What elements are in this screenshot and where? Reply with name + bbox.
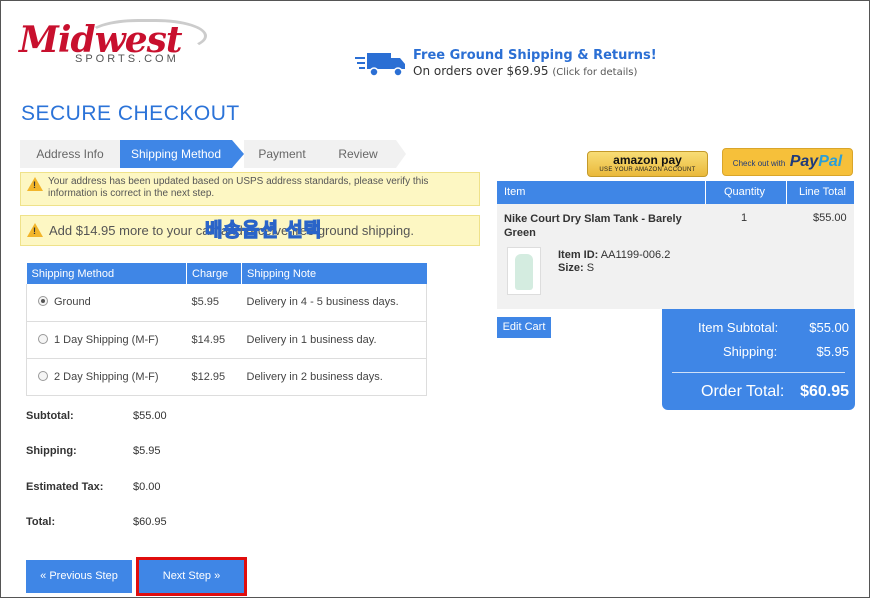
tax-label: Estimated Tax:	[26, 481, 104, 493]
promo-subtitle: On orders over $69.95 (Click for details…	[413, 64, 637, 78]
method-label: 1 Day Shipping (M-F)	[54, 333, 159, 346]
charge-cell: $14.95	[186, 321, 242, 359]
item-id-label: Item ID:	[558, 249, 599, 261]
page-title: SECURE CHECKOUT	[21, 102, 240, 125]
step-payment[interactable]: Payment	[244, 140, 320, 168]
order-total-value: $60.95	[800, 383, 849, 400]
method-cell: 1 Day Shipping (M-F)	[26, 321, 187, 359]
total-value: $60.95	[133, 516, 167, 528]
cart-summary: Item Quantity Line Total Nike Court Dry …	[497, 181, 854, 309]
totals-divider	[672, 372, 845, 373]
item-id-value: AA1199-006.2	[600, 249, 671, 261]
overlay-caption: 배송옵션 선택	[204, 219, 323, 241]
col-shipping-method: Shipping Method	[26, 263, 187, 284]
subtotal-label: Subtotal:	[26, 410, 74, 422]
cart-item-name[interactable]: Nike Court Dry Slam Tank - Barely Green	[504, 212, 699, 240]
order-total-label: Order Total:	[701, 383, 785, 400]
subtotal-value: $55.00	[133, 410, 167, 422]
method-label: Ground	[54, 296, 91, 309]
site-logo[interactable]: Midwest SPORTS.COM	[17, 19, 207, 69]
cart-item-id: Item ID: AA1199-006.2	[558, 249, 670, 261]
logo-subtext: SPORTS.COM	[75, 53, 179, 65]
checkout-steps: Address Info Shipping Method Payment Rev…	[20, 140, 406, 168]
cart-item-size: Size: S	[558, 262, 594, 274]
step-arrow	[232, 140, 244, 168]
amazon-pay-label: amazon pay	[613, 153, 682, 167]
shipping-option-2-day[interactable]: 2 Day Shipping (M-F) $12.95 Delivery in …	[26, 358, 427, 396]
note-cell: Delivery in 2 business days.	[241, 358, 427, 396]
delivery-truck-icon	[355, 53, 405, 77]
note-cell: Delivery in 1 business day.	[241, 321, 427, 359]
paypal-prefix: Check out with	[732, 159, 786, 168]
step-review[interactable]: Review	[320, 140, 396, 168]
method-cell: Ground	[26, 284, 187, 322]
order-totals-panel: Item Subtotal: $55.00 Shipping: $5.95 Or…	[662, 309, 855, 410]
cart-col-quantity: Quantity	[724, 186, 765, 198]
tax-value: $0.00	[133, 481, 161, 493]
method-cell: 2 Day Shipping (M-F)	[26, 358, 187, 396]
total-label: Total:	[26, 516, 56, 528]
cart-item-quantity: 1	[741, 212, 748, 224]
usps-alert-text: Your address has been updated based on U…	[48, 176, 429, 199]
tank-top-image	[515, 254, 533, 290]
col-charge: Charge	[186, 263, 242, 284]
size-label: Size:	[558, 262, 584, 274]
step-address-info[interactable]: Address Info	[20, 140, 120, 168]
promo-title: Free Ground Shipping & Returns!	[413, 48, 657, 63]
amazon-pay-button[interactable]: amazon pay USE YOUR AMAZON ACCOUNT	[587, 151, 708, 177]
cart-col-line-total: Line Total	[799, 186, 846, 198]
charge-cell: $12.95	[186, 358, 242, 396]
shipping-label: Shipping:	[26, 445, 77, 457]
step-shipping-method[interactable]: Shipping Method	[120, 140, 232, 168]
cart-col-divider	[705, 181, 706, 204]
radio-ground[interactable]	[38, 296, 48, 307]
method-label: 2 Day Shipping (M-F)	[54, 370, 159, 383]
cart-item-line-total: $55.00	[813, 212, 847, 224]
note-cell: Delivery in 4 - 5 business days.	[241, 284, 427, 322]
radio-2-day[interactable]	[38, 370, 48, 381]
paypal-checkout-button[interactable]: Check out with PayPal	[722, 148, 853, 176]
free-shipping-promo[interactable]: Free Ground Shipping & Returns! On order…	[355, 45, 685, 81]
cart-col-divider	[786, 181, 787, 204]
product-thumbnail[interactable]	[507, 247, 541, 295]
cart-col-item: Item	[504, 186, 526, 198]
radio-1-day[interactable]	[38, 333, 48, 344]
shipping-value: $5.95	[133, 445, 161, 457]
size-value: S	[586, 262, 595, 274]
usps-address-alert: ! Your address has been updated based on…	[20, 172, 480, 206]
shipping-method-table: Shipping Method Charge Shipping Note Gro…	[26, 263, 427, 396]
totals-shipping-label: Shipping:	[723, 344, 778, 359]
cart-header: Item Quantity Line Total	[497, 181, 854, 204]
charge-cell: $5.95	[186, 284, 242, 322]
next-step-highlight	[136, 557, 247, 596]
table-header-row: Shipping Method Charge Shipping Note	[26, 263, 427, 284]
item-subtotal-label: Item Subtotal:	[698, 320, 779, 335]
warning-icon: !	[27, 223, 43, 237]
edit-cart-button[interactable]: Edit Cart	[497, 317, 551, 338]
shipping-option-ground[interactable]: Ground $5.95 Delivery in 4 - 5 business …	[26, 284, 427, 322]
promo-details-link[interactable]: (Click for details)	[552, 67, 637, 78]
amazon-pay-sublabel: USE YOUR AMAZON ACCOUNT	[599, 167, 696, 173]
step-arrow	[396, 140, 406, 168]
shipping-option-1-day[interactable]: 1 Day Shipping (M-F) $14.95 Delivery in …	[26, 321, 427, 359]
paypal-logo-pay: Pay	[789, 153, 819, 170]
item-subtotal-value: $55.00	[809, 320, 849, 335]
previous-step-button[interactable]: « Previous Step	[26, 560, 132, 593]
totals-shipping-value: $5.95	[816, 344, 849, 359]
paypal-logo-pal: Pal	[818, 153, 843, 170]
warning-icon: !	[27, 177, 43, 191]
col-shipping-note: Shipping Note	[241, 263, 427, 284]
promo-threshold: On orders over $69.95	[413, 64, 549, 78]
